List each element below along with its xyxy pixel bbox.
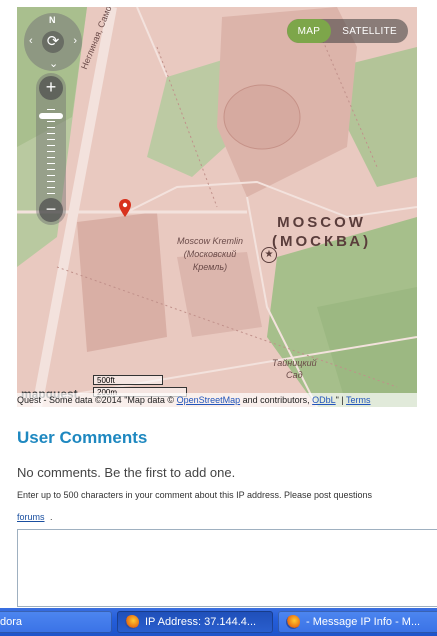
map-tiles: [17, 7, 417, 407]
terms-link[interactable]: Terms: [346, 395, 371, 405]
map[interactable]: N ‹ › ⌄ ⟳ + − MAP SATELLITE Неглиная, Са…: [17, 7, 417, 407]
kremlin-label-line: Moscow Kremlin: [177, 236, 244, 246]
odbl-link[interactable]: ODbL: [312, 395, 336, 405]
attribution-text: and contributors,: [240, 395, 313, 405]
taskbar-item-ip-address[interactable]: IP Address: 37.144.4...: [117, 611, 273, 633]
taskbar-item-label: dora: [0, 616, 23, 628]
attribution-text: " |: [335, 395, 347, 405]
zoom-in-button[interactable]: +: [39, 76, 63, 100]
recenter-icon[interactable]: ⟳: [42, 31, 64, 53]
pan-right-icon[interactable]: ›: [73, 35, 77, 47]
no-comments-message: No comments. Be the first to add one.: [17, 465, 236, 480]
taskbar-item-label: - Message IP Info - M...: [306, 616, 421, 628]
pan-left-icon[interactable]: ‹: [29, 35, 33, 47]
map-attribution: Quest - Some data ©2014 "Map data © Open…: [17, 393, 417, 407]
garden-label: Тайницкий Сад: [272, 357, 317, 381]
location-pin-icon[interactable]: [119, 199, 131, 217]
firefox-icon: [286, 615, 300, 629]
windows-taskbar: dora IP Address: 37.144.4... - Message I…: [0, 608, 437, 636]
city-label-name: MOSCOW: [277, 214, 366, 231]
attribution-text: Quest - Some data ©2014 "Map data ©: [17, 395, 175, 405]
user-comments-heading: User Comments: [17, 428, 148, 447]
comment-instructions: Enter up to 500 characters in your comme…: [17, 490, 373, 500]
kremlin-label: Moscow Kremlin (Московский Кремль): [177, 235, 243, 274]
satellite-view-button[interactable]: SATELLITE: [331, 19, 408, 43]
forums-link[interactable]: forums: [17, 512, 45, 522]
firefox-icon: [125, 615, 139, 629]
city-label-native: (МОСКВА): [272, 233, 372, 250]
map-view-button[interactable]: MAP: [286, 19, 332, 43]
capital-star-icon: ★: [261, 247, 277, 263]
garden-label-line: Сад: [286, 370, 303, 380]
taskbar-item-message[interactable]: - Message IP Info - M...: [278, 611, 437, 633]
taskbar-item-label: IP Address: 37.144.4...: [145, 616, 257, 628]
pan-down-icon[interactable]: ⌄: [49, 57, 58, 70]
kremlin-label-line: (Московский: [183, 249, 237, 259]
map-type-toggle[interactable]: MAP SATELLITE: [286, 19, 408, 43]
forums-suffix: .: [50, 512, 53, 522]
compass-north-label: N: [49, 15, 56, 25]
zoom-control[interactable]: + −: [36, 73, 66, 225]
zoom-slider-handle[interactable]: [39, 113, 63, 119]
city-label: MOSCOW (МОСКВА): [272, 213, 371, 251]
comment-textarea[interactable]: [17, 529, 437, 607]
garden-label-line: Тайницкий: [272, 358, 317, 368]
kremlin-label-line: Кремль): [192, 262, 228, 272]
zoom-out-button[interactable]: −: [39, 198, 63, 222]
taskbar-item[interactable]: dora: [0, 611, 112, 633]
scale-bar-feet: 500ft: [93, 375, 163, 385]
zoom-track[interactable]: [47, 109, 55, 195]
openstreetmap-link[interactable]: OpenStreetMap: [177, 395, 241, 405]
pan-compass[interactable]: N ‹ › ⌄ ⟳: [24, 13, 82, 71]
